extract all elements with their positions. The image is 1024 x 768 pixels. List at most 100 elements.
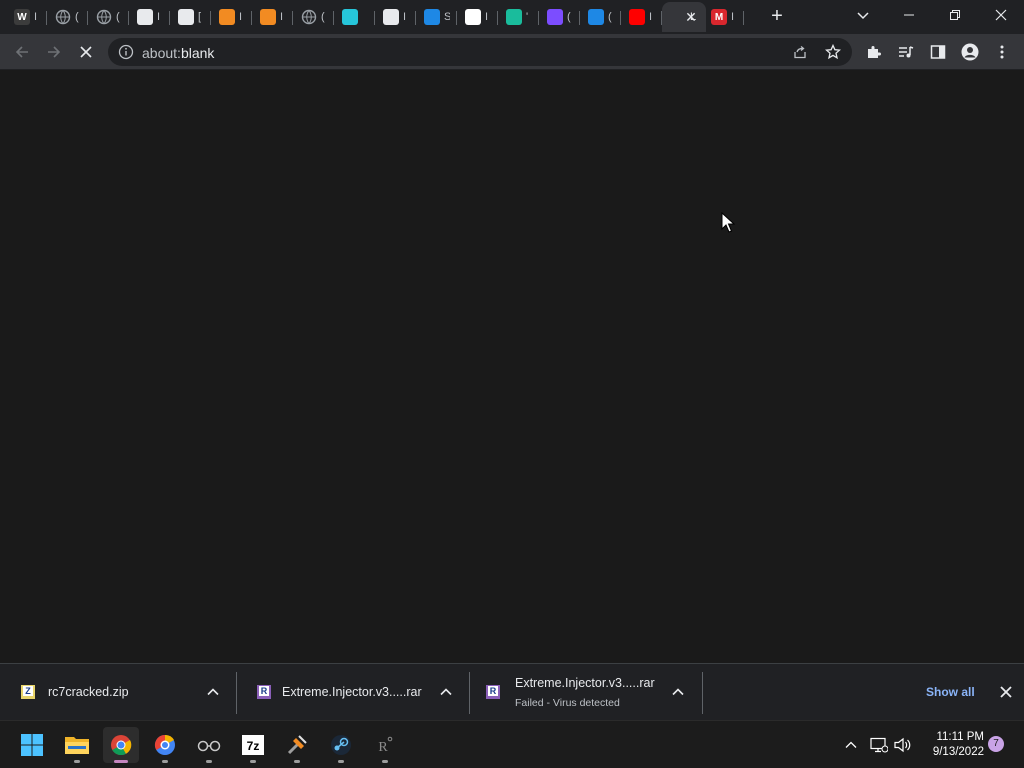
chevron-up-icon[interactable] [439, 685, 453, 699]
taskbar-app-chrome-alt[interactable] [147, 727, 183, 763]
svg-text:R: R [261, 686, 268, 696]
volume-tray-button[interactable] [893, 735, 913, 755]
taskbar-app-file-explorer[interactable] [59, 727, 95, 763]
download-item[interactable]: Z rc7cracked.zip [0, 664, 236, 720]
download-item[interactable]: R Extreme.Injector.v3.....rar [236, 664, 469, 720]
browser-toolbar: about:blank [0, 34, 1024, 70]
chevron-down-icon [857, 12, 869, 20]
media-control-button[interactable] [894, 40, 918, 64]
tab-title: I [403, 11, 407, 23]
divider [702, 672, 703, 714]
exo-icon [506, 9, 522, 25]
show-all-downloads-link[interactable]: Show all [926, 685, 975, 699]
address-bar[interactable]: about:blank [108, 38, 852, 66]
tab-title: ( [321, 11, 325, 23]
browser-tab[interactable]: ( [88, 2, 129, 32]
restore-button[interactable] [932, 0, 978, 30]
running-indicator [294, 760, 300, 763]
new-tab-button[interactable]: + [766, 5, 788, 27]
tab-title: [ [198, 11, 202, 23]
browser-tab[interactable]: L ✕ [662, 2, 706, 32]
url-text[interactable]: about:blank [142, 45, 214, 61]
browser-tab[interactable]: I [621, 2, 662, 32]
tab-title: I [34, 11, 38, 23]
website-icon: W [14, 9, 30, 25]
svg-text:R: R [490, 686, 497, 696]
steam-icon [588, 9, 604, 25]
taskbar-app-steam[interactable] [323, 727, 359, 763]
mouse-cursor-icon [721, 212, 735, 233]
side-panel-button[interactable] [926, 40, 950, 64]
taskbar-app-tool[interactable] [279, 727, 315, 763]
tab-title: ( [608, 11, 612, 23]
browser-tab[interactable]: ( [580, 2, 621, 32]
share-button[interactable] [792, 44, 808, 65]
system-clock[interactable]: 11:11 PM 9/13/2022 [920, 730, 984, 760]
start-button[interactable] [14, 727, 50, 763]
chevron-up-icon[interactable] [206, 685, 220, 699]
taskbar-app-7zip[interactable]: 7z [235, 727, 271, 763]
chevron-up-icon[interactable] [671, 685, 685, 699]
clock-time: 11:11 PM [936, 731, 984, 743]
page-content[interactable] [0, 70, 1024, 663]
puzzle-icon [868, 46, 881, 58]
extensions-button[interactable] [862, 40, 886, 64]
tab-title: I [157, 11, 161, 23]
browser-tab[interactable]: MI [703, 2, 744, 32]
mail-icon [547, 9, 563, 25]
back-button[interactable] [10, 40, 34, 64]
forward-button[interactable] [42, 40, 66, 64]
windows-start-icon [21, 734, 43, 756]
browser-tab[interactable]: ( [293, 2, 334, 32]
url-scheme: about: [142, 45, 181, 61]
minimize-button[interactable] [886, 0, 932, 30]
notification-badge[interactable]: 7 [988, 736, 1004, 752]
minimize-icon [904, 14, 914, 16]
profile-button[interactable] [958, 40, 982, 64]
svg-text:Z: Z [25, 686, 31, 696]
network-tray-button[interactable] [869, 735, 889, 755]
download-item[interactable]: R Extreme.Injector.v3.....rar Failed - V… [469, 664, 702, 720]
close-window-button[interactable] [978, 0, 1024, 30]
tab-title: I [649, 11, 653, 23]
browser-tab[interactable]: [ [170, 2, 211, 32]
running-indicator [74, 760, 80, 763]
download-shelf: Z rc7cracked.zip R Extreme.Injector.v3..… [0, 663, 1024, 720]
youtube-icon [629, 9, 645, 25]
tool-icon [287, 735, 307, 755]
taskbar-app-roblox-studio[interactable]: R [367, 727, 403, 763]
menu-button[interactable] [990, 40, 1014, 64]
show-hidden-icons-button[interactable] [841, 735, 861, 755]
tab-search-button[interactable] [854, 6, 872, 24]
zip-file-icon: Z [21, 685, 35, 699]
taskbar-app-chrome[interactable] [103, 727, 139, 763]
tab-title: I [485, 11, 489, 23]
bookmark-button[interactable] [824, 43, 842, 65]
browser-tab[interactable]: WI [6, 2, 47, 32]
browser-tab[interactable]: I [457, 2, 498, 32]
media-queue-icon [899, 46, 914, 58]
browser-tab[interactable]: I [129, 2, 170, 32]
browser-tab[interactable] [334, 2, 375, 32]
close-tab-icon[interactable]: ✕ [684, 10, 698, 24]
browser-tab[interactable]: ( [47, 2, 88, 32]
browser-tab[interactable]: I [211, 2, 252, 32]
tab-title: I [280, 11, 284, 23]
globe-icon [96, 9, 112, 25]
close-shelf-icon[interactable] [998, 684, 1014, 700]
info-icon[interactable] [118, 44, 134, 60]
browser-tab[interactable]: ( [539, 2, 580, 32]
stop-loading-button[interactable] [74, 40, 98, 64]
mega-icon: M [711, 9, 727, 25]
browser-tab[interactable]: I [375, 2, 416, 32]
globe-icon [55, 9, 71, 25]
browser-tab[interactable]: ' [498, 2, 539, 32]
chevron-up-icon [845, 741, 857, 748]
speaker-icon [894, 737, 911, 753]
github-icon [465, 9, 481, 25]
taskbar-app-glasses[interactable] [191, 727, 227, 763]
browser-tab[interactable]: I [252, 2, 293, 32]
tab-title: ( [116, 11, 120, 23]
browser-tab[interactable]: S [416, 2, 457, 32]
tab-title: ' [526, 11, 529, 23]
